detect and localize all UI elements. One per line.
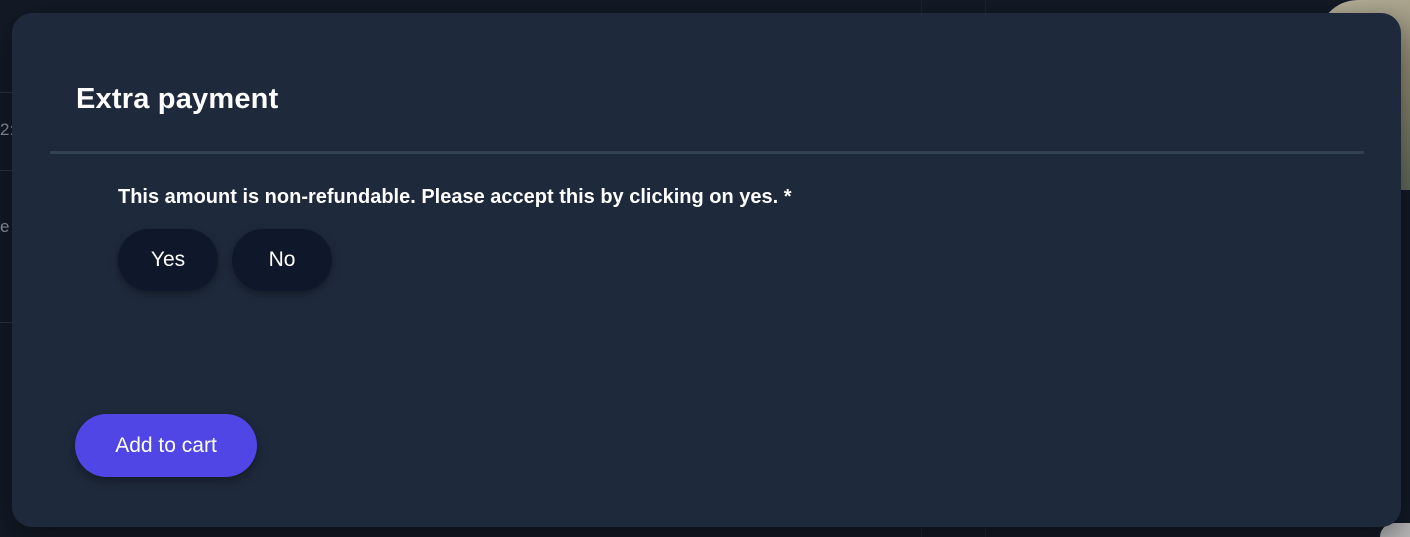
background-text-fragment: e xyxy=(0,217,10,236)
no-button[interactable]: No xyxy=(232,229,332,291)
yes-no-choice-group: Yes No xyxy=(118,229,332,291)
modal-title: Extra payment xyxy=(76,83,279,115)
background-row-divider xyxy=(0,322,12,323)
yes-button[interactable]: Yes xyxy=(118,229,218,291)
background-row-divider xyxy=(0,170,12,171)
add-to-cart-button[interactable]: Add to cart xyxy=(75,414,257,477)
background-row-divider xyxy=(0,92,12,93)
extra-payment-modal: Extra payment This amount is non-refunda… xyxy=(12,13,1401,527)
non-refundable-question-label: This amount is non-refundable. Please ac… xyxy=(118,186,792,208)
modal-header-divider xyxy=(50,151,1364,154)
